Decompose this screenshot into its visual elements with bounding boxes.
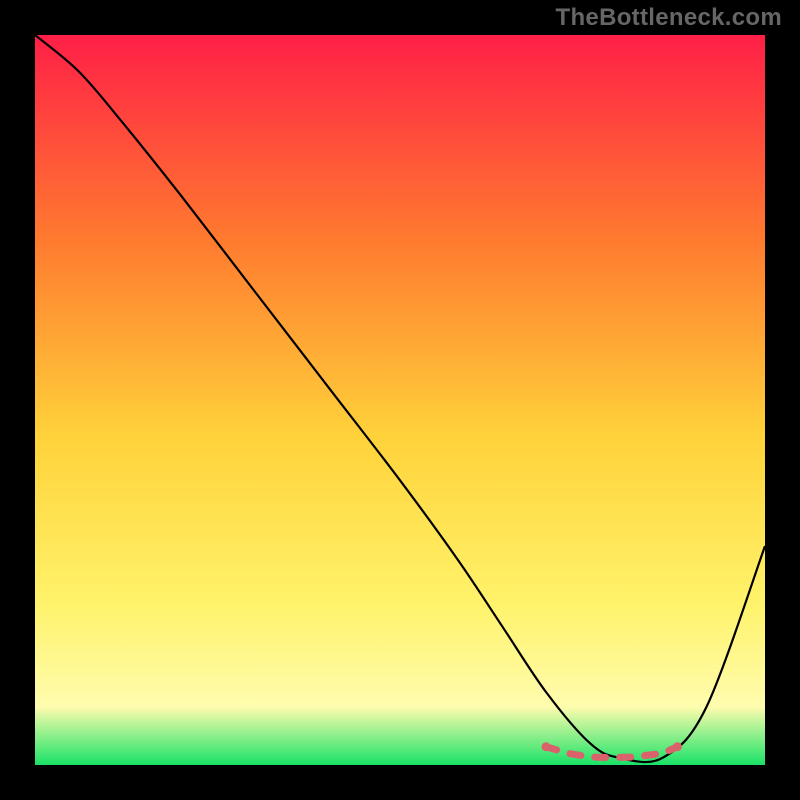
marker-endpoint [542,742,551,751]
watermark-text: TheBottleneck.com [556,4,782,32]
chart-frame: TheBottleneck.com [0,0,800,800]
gradient-background [35,35,765,765]
plot-area [35,35,765,765]
marker-endpoint [673,742,682,751]
chart-svg [35,35,765,765]
